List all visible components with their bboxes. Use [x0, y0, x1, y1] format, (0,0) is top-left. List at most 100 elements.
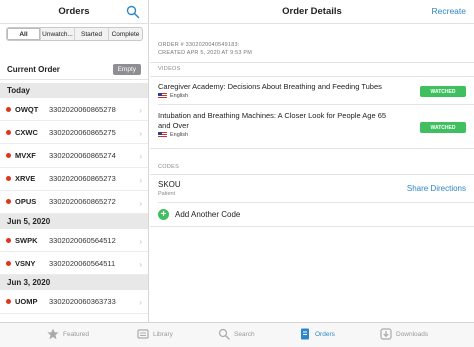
order-code: OWQT	[15, 104, 39, 114]
order-code: OPUS	[15, 197, 37, 207]
current-order-header: Current Order Empty	[0, 60, 148, 80]
order-meta: ORDER # 3302020040549183: CREATED APR 5,…	[158, 41, 252, 57]
orders-title: Orders	[58, 6, 90, 17]
chevron-right-icon: ›	[139, 198, 142, 208]
search-icon[interactable]	[126, 5, 140, 19]
unwatched-dot	[6, 152, 11, 158]
chevron-right-icon: ›	[139, 260, 142, 270]
order-filter-segmented-control: All Unwatch... Started Complete	[6, 27, 143, 41]
divider	[150, 174, 474, 175]
codes-section-label: CODES	[158, 164, 180, 170]
unwatched-dot	[6, 260, 11, 266]
order-number: 3302020060865278	[49, 104, 116, 114]
order-number-line: ORDER # 3302020040549183:	[158, 42, 240, 48]
section-header: Today	[0, 83, 148, 98]
order-number: 3302020060865272	[49, 197, 116, 207]
details-navbar: Order Details Recreate	[150, 0, 474, 24]
order-row[interactable]: SWPK 3302020060564512 ›	[0, 229, 148, 253]
unwatched-dot	[6, 199, 11, 205]
orders-pane: Orders All Unwatch... Started Complete C…	[0, 0, 149, 322]
tab-orders[interactable]: Orders	[299, 328, 335, 340]
video-language: English	[158, 132, 388, 138]
filter-complete[interactable]: Complete	[109, 28, 142, 40]
star-icon	[47, 328, 59, 340]
order-row[interactable]: OPUS 3302020060865272 ›	[0, 191, 148, 214]
language-label: English	[170, 93, 189, 99]
tab-featured[interactable]: Featured	[47, 328, 89, 340]
order-row[interactable]: UOMP 3302020060363733 ›	[0, 290, 148, 314]
unwatched-dot	[6, 176, 11, 182]
order-code: MVXF	[15, 150, 36, 160]
add-code-row[interactable]: + Add Another Code	[158, 209, 240, 220]
watched-badge: WATCHED	[420, 86, 466, 97]
order-number: 3302020060564511	[49, 258, 116, 268]
divider	[150, 76, 474, 77]
order-code: VSNY	[15, 258, 36, 268]
videos-section-label: VIDEOS	[158, 66, 181, 72]
order-code: UOMP	[15, 296, 38, 306]
add-code-label: Add Another Code	[175, 210, 241, 219]
filter-unwatched[interactable]: Unwatch...	[41, 28, 75, 40]
order-number: 3302020060564512	[49, 235, 116, 245]
order-number: 3302020060865274	[49, 150, 116, 160]
order-row[interactable]: CXWC 3302020060865275 ›	[0, 121, 148, 145]
chevron-right-icon: ›	[139, 152, 142, 162]
tab-label: Downloads	[396, 330, 429, 338]
orders-navbar: Orders	[0, 0, 148, 24]
filter-started[interactable]: Started	[75, 28, 109, 40]
order-details-pane: Order Details Recreate ORDER # 330202004…	[150, 0, 474, 322]
us-flag-icon	[158, 132, 167, 138]
divider	[150, 226, 474, 227]
watched-badge: WATCHED	[420, 122, 466, 133]
order-row[interactable]: XRVE 3302020060865273 ›	[0, 168, 148, 191]
unwatched-dot	[6, 129, 11, 135]
us-flag-icon	[158, 93, 167, 99]
library-icon	[137, 329, 149, 339]
downloads-icon	[380, 328, 392, 340]
search-icon	[218, 328, 230, 340]
divider	[158, 104, 474, 105]
chevron-right-icon: ›	[139, 236, 142, 246]
tab-label: Featured	[63, 330, 90, 338]
order-code: XRVE	[15, 174, 36, 184]
order-row[interactable]: VSNY 3302020060564511 ›	[0, 252, 148, 276]
current-order-title: Current Order	[7, 65, 60, 74]
tab-bar: Featured Library Search Orders Downloads	[0, 322, 474, 347]
language-label: English	[170, 132, 189, 138]
chevron-right-icon: ›	[139, 129, 142, 139]
orders-list: Today OWQT 3302020060865278 › CXWC 33020200…	[0, 83, 148, 314]
chevron-right-icon: ›	[139, 175, 142, 185]
plus-icon: +	[158, 209, 169, 220]
order-row[interactable]: MVXF 3302020060865274 ›	[0, 144, 148, 168]
share-directions-button[interactable]: Share Directions	[407, 184, 466, 193]
tab-library[interactable]: Library	[137, 328, 173, 340]
chevron-right-icon: ›	[139, 298, 142, 308]
details-title: Order Details	[282, 6, 342, 17]
divider	[150, 148, 474, 149]
tab-label: Orders	[315, 330, 335, 338]
unwatched-dot	[6, 298, 11, 304]
order-number: 3302020060865275	[49, 127, 116, 137]
video-title: Intubation and Breathing Machines: A Clo…	[158, 111, 387, 130]
tab-label: Search	[234, 330, 255, 338]
divider	[150, 62, 474, 63]
order-code: SWPK	[15, 235, 38, 245]
order-code: CXWC	[15, 127, 38, 137]
video-row[interactable]: Intubation and Breathing Machines: A Clo…	[158, 111, 388, 138]
section-header: Jun 3, 2020	[0, 275, 148, 291]
tab-search[interactable]: Search	[218, 328, 255, 340]
empty-button[interactable]: Empty	[112, 64, 141, 75]
recreate-button[interactable]: Recreate	[432, 6, 467, 16]
order-number: 3302020060363733	[49, 296, 116, 306]
code-name: SKOU	[158, 180, 181, 189]
tab-downloads[interactable]: Downloads	[380, 328, 428, 340]
divider	[158, 202, 474, 203]
filter-all[interactable]: All	[7, 28, 41, 40]
unwatched-dot	[6, 106, 11, 112]
orders-icon	[301, 328, 309, 340]
order-number: 3302020060865273	[49, 174, 116, 184]
order-row[interactable]: OWQT 3302020060865278 ›	[0, 98, 148, 122]
section-header: Jun 5, 2020	[0, 213, 148, 229]
created-line: CREATED APR 5, 2020 AT 9:53 PM	[158, 50, 253, 56]
unwatched-dot	[6, 237, 11, 243]
